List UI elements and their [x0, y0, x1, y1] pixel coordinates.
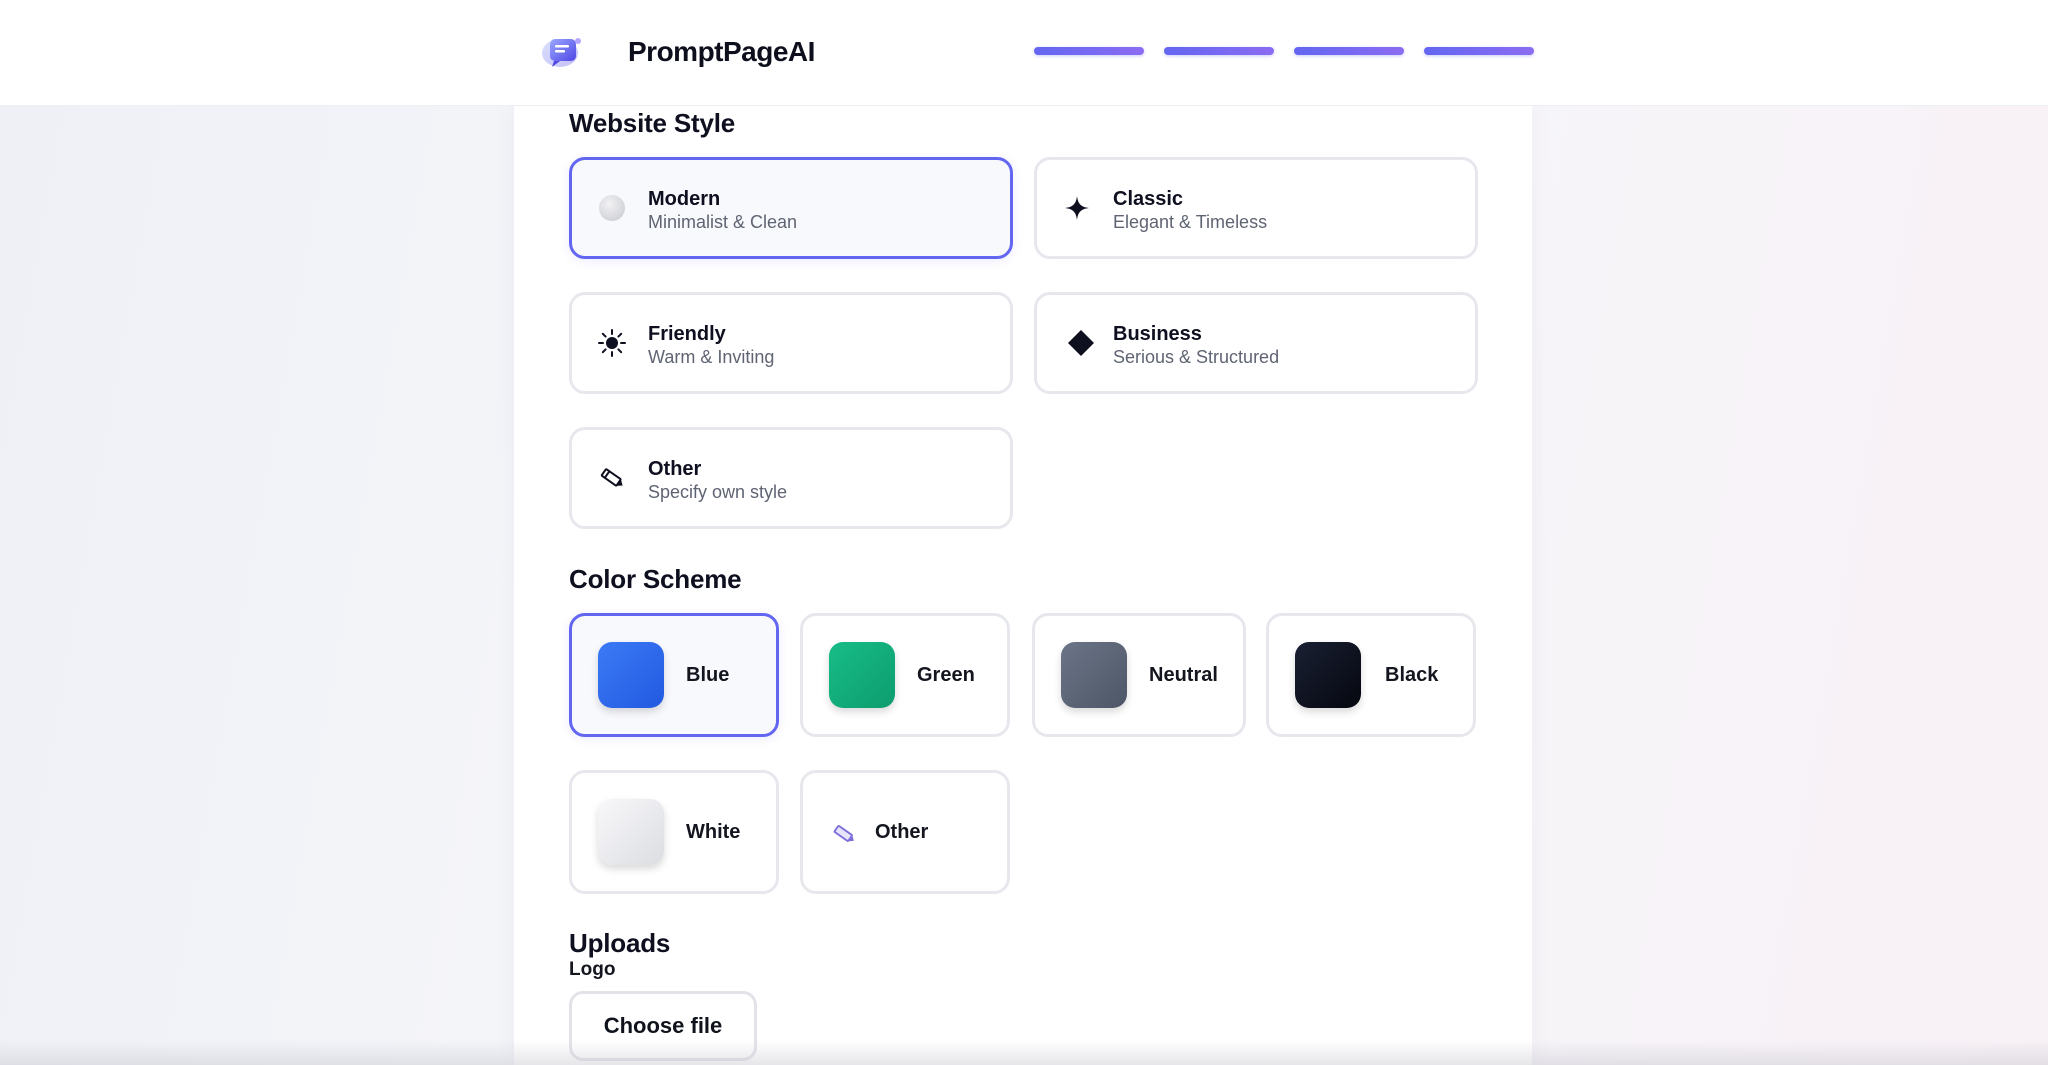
white-swatch — [598, 799, 664, 865]
color-option-name: Other — [875, 821, 929, 843]
color-option-name: Black — [1385, 664, 1439, 686]
color-option-blue[interactable]: Blue — [569, 613, 779, 737]
style-option-friendly[interactable]: Friendly Warm & Inviting — [569, 292, 1013, 394]
color-option-name: Neutral — [1149, 664, 1218, 686]
sparkle-icon — [1063, 194, 1091, 222]
circle-icon — [598, 194, 626, 222]
color-option-name: Green — [917, 664, 975, 686]
uploads-title: Uploads — [569, 928, 671, 958]
blue-swatch — [598, 642, 664, 708]
color-option-white[interactable]: White — [569, 770, 779, 894]
color-option-neutral[interactable]: Neutral — [1032, 613, 1246, 737]
style-option-other[interactable]: Other Specify own style — [569, 427, 1013, 529]
style-option-modern[interactable]: Modern Minimalist & Clean — [569, 157, 1013, 259]
progress-step-1 — [1034, 47, 1144, 55]
black-swatch — [1295, 642, 1361, 708]
style-option-desc: Elegant & Timeless — [1113, 212, 1268, 232]
diamond-icon — [1067, 329, 1095, 357]
progress-step-2 — [1164, 47, 1274, 55]
top-header: PromptPageAI — [0, 0, 2048, 106]
sun-icon — [598, 329, 626, 357]
style-option-desc: Serious & Structured — [1113, 347, 1280, 367]
green-swatch — [829, 642, 895, 708]
style-option-name: Modern — [648, 188, 721, 210]
pencil-icon — [831, 821, 857, 847]
color-option-name: White — [686, 821, 741, 843]
logo-icon — [540, 31, 586, 71]
color-option-green[interactable]: Green — [800, 613, 1010, 737]
color-option-other[interactable]: Other — [800, 770, 1010, 894]
logo-label: Logo — [569, 959, 616, 980]
style-option-name: Classic — [1113, 188, 1184, 210]
style-option-desc: Warm & Inviting — [648, 347, 775, 367]
style-option-business[interactable]: Business Serious & Structured — [1034, 292, 1478, 394]
brand-name[interactable]: PromptPageAI — [628, 36, 815, 68]
progress-step-4 — [1424, 47, 1534, 55]
neutral-swatch — [1061, 642, 1127, 708]
style-option-name: Friendly — [648, 323, 726, 345]
style-option-desc: Minimalist & Clean — [648, 212, 798, 232]
style-option-name: Business — [1113, 323, 1202, 345]
style-option-name: Other — [648, 458, 702, 480]
choose-file-button[interactable]: Choose file — [569, 991, 757, 1061]
color-scheme-title: Color Scheme — [569, 564, 742, 594]
pencil-icon — [598, 464, 626, 492]
progress-step-3 — [1294, 47, 1404, 55]
style-option-classic[interactable]: Classic Elegant & Timeless — [1034, 157, 1478, 259]
website-style-title: Website Style — [569, 108, 735, 138]
color-option-black[interactable]: Black — [1266, 613, 1476, 737]
style-option-desc: Specify own style — [648, 482, 788, 502]
color-option-name: Blue — [686, 664, 730, 686]
